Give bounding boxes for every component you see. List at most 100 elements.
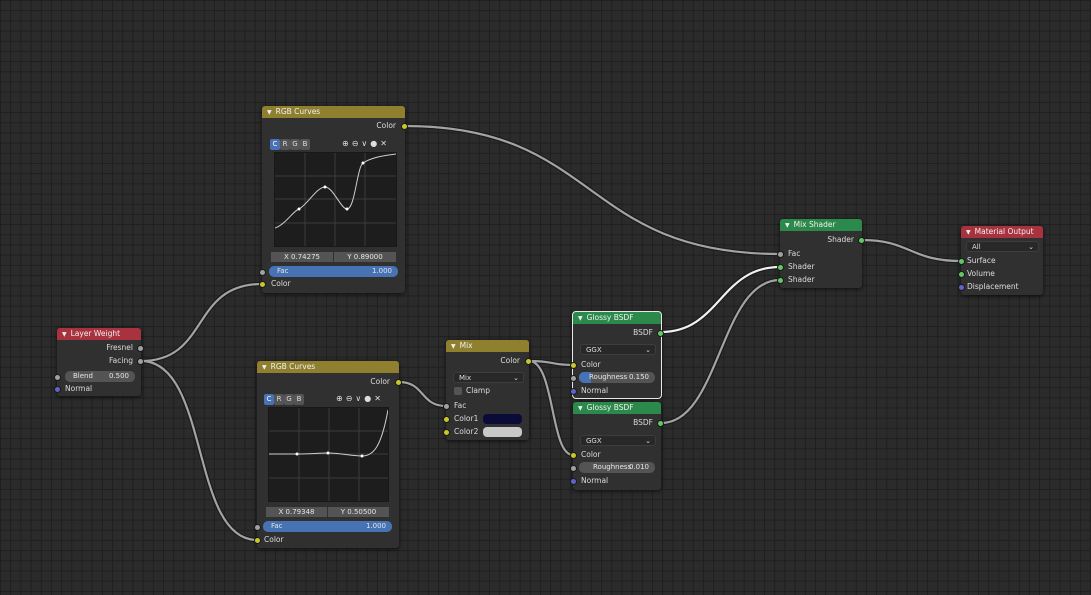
volume-input-socket[interactable] — [958, 271, 965, 278]
tab-c[interactable]: C — [270, 139, 280, 150]
node-header[interactable]: ▼ Glossy BSDF — [573, 402, 661, 414]
output-facing-socket[interactable] — [137, 358, 144, 365]
output-color-label: Color — [376, 121, 396, 130]
distribution-dropdown[interactable]: GGX ⌄ — [580, 344, 656, 355]
collapse-triangle-icon[interactable]: ▼ — [62, 331, 67, 338]
node-header[interactable]: ▼ Mix — [446, 340, 529, 352]
output-bsdf-socket[interactable] — [657, 330, 664, 337]
blend-input-socket[interactable] — [54, 374, 61, 381]
normal-input-socket[interactable] — [54, 386, 61, 393]
collapse-triangle-icon[interactable]: ▼ — [785, 222, 790, 229]
x-coordinate-field[interactable]: X 0.74275 — [271, 252, 333, 262]
x-coordinate-field[interactable]: X 0.79348 — [266, 507, 327, 517]
output-bsdf-label: BSDF — [633, 328, 653, 337]
rgb-curves-node-1[interactable]: ▼ RGB Curves Color CRGB ⊕ ⊖ ∨ ● ✕ X 0.74275 Y… — [259, 106, 408, 293]
color-input-socket[interactable] — [570, 452, 577, 459]
node-header[interactable]: ▼ Mix Shader — [780, 219, 862, 231]
tab-g[interactable]: G — [290, 139, 300, 150]
node-header[interactable]: ▼ Layer Weight — [57, 328, 141, 340]
collapse-triangle-icon[interactable]: ▼ — [262, 364, 267, 371]
glossy-bsdf-node-2[interactable]: ▼ Glossy BSDF BSDF GGX ⌄ Color Roughness 0.… — [570, 402, 664, 490]
collapse-triangle-icon[interactable]: ▼ — [451, 343, 456, 350]
material-output-node[interactable]: ▼ Material Output All ⌄ Surface Volume Dis… — [958, 226, 1043, 295]
node-header[interactable]: ▼ Material Output — [961, 226, 1043, 238]
collapse-triangle-icon[interactable]: ▼ — [578, 315, 583, 322]
output-fresnel-socket[interactable] — [137, 345, 144, 352]
zoom-out-icon[interactable]: ⊖ — [346, 394, 353, 403]
tab-r[interactable]: R — [280, 139, 290, 150]
blend-mode-dropdown[interactable]: Mix ⌄ — [453, 372, 524, 383]
output-color-socket[interactable] — [525, 358, 532, 365]
roughness-input-socket[interactable] — [570, 465, 577, 472]
node-title: Material Output — [974, 227, 1034, 236]
fac-slider[interactable]: Fac 1.000 — [263, 521, 392, 532]
layer-weight-node[interactable]: ▼ Layer Weight Fresnel Facing Blend 0.500 … — [54, 328, 144, 396]
node-title: RGB Curves — [275, 107, 321, 116]
fac-slider[interactable]: Fac 1.000 — [269, 266, 398, 277]
node-header[interactable]: ▼ RGB Curves — [257, 361, 399, 373]
tab-b[interactable]: B — [300, 139, 310, 150]
curve-graph[interactable] — [268, 407, 389, 502]
collapse-triangle-icon[interactable]: ▼ — [966, 229, 971, 236]
input-color-socket[interactable] — [259, 281, 266, 288]
curve-graph[interactable] — [274, 152, 397, 247]
collapse-triangle-icon[interactable]: ▼ — [267, 109, 272, 116]
chevron-down-icon[interactable]: ∨ — [361, 139, 367, 148]
output-color-label: Color — [370, 377, 390, 386]
y-coordinate-field[interactable]: Y 0.89000 — [334, 252, 396, 262]
color1-input-socket[interactable] — [443, 416, 450, 423]
fac-input-socket[interactable] — [443, 403, 450, 410]
blend-field[interactable]: Blend 0.500 — [65, 371, 135, 382]
y-coordinate-field[interactable]: Y 0.50500 — [328, 507, 389, 517]
clip-dot-icon[interactable]: ● — [364, 394, 371, 403]
shader1-input-socket[interactable] — [777, 264, 784, 271]
output-color-socket[interactable] — [395, 379, 402, 386]
roughness-slider[interactable]: Roughness 0.010 — [579, 462, 655, 473]
surface-input-socket[interactable] — [958, 258, 965, 265]
roughness-label: Roughness — [593, 463, 632, 471]
zoom-in-icon[interactable]: ⊕ — [342, 139, 349, 148]
output-color-socket[interactable] — [401, 123, 408, 130]
zoom-out-icon[interactable]: ⊖ — [352, 139, 359, 148]
shader2-label: Shader — [788, 275, 815, 284]
zoom-in-icon[interactable]: ⊕ — [336, 394, 343, 403]
normal-input-socket[interactable] — [570, 388, 577, 395]
fac-input-socket[interactable] — [777, 251, 784, 258]
output-bsdf-socket[interactable] — [657, 420, 664, 427]
displacement-input-socket[interactable] — [958, 284, 965, 291]
input-color-socket[interactable] — [254, 537, 261, 544]
fac-input-socket[interactable] — [259, 269, 266, 276]
fac-input-socket[interactable] — [254, 524, 261, 531]
tab-b[interactable]: B — [294, 394, 304, 405]
output-shader-socket[interactable] — [858, 237, 865, 244]
clip-dot-icon[interactable]: ● — [370, 139, 377, 148]
glossy-bsdf-node-1[interactable]: ▼ Glossy BSDF BSDF GGX ⌄ Color Roughness 0.… — [570, 311, 664, 399]
mix-shader-node[interactable]: ▼ Mix Shader Shader Fac Shader Shader — [777, 219, 865, 288]
rgb-curves-node-2[interactable]: ▼ RGB Curves Color CRGB ⊕ ⊖ ∨ ● ✕ X 0.79348 Y… — [254, 361, 402, 548]
collapse-triangle-icon[interactable]: ▼ — [578, 405, 583, 412]
clamp-checkbox[interactable] — [454, 387, 462, 395]
tab-g[interactable]: G — [284, 394, 294, 405]
node-header[interactable]: ▼ RGB Curves — [262, 106, 405, 118]
mix-node[interactable]: ▼ Mix Color Mix ⌄ Clamp Fac Color1 Color2 — [443, 340, 532, 440]
distribution-dropdown[interactable]: GGX ⌄ — [580, 435, 656, 446]
roughness-input-socket[interactable] — [570, 375, 577, 382]
color1-swatch[interactable] — [483, 414, 522, 424]
node-title: Glossy BSDF — [586, 313, 634, 322]
tab-c[interactable]: C — [264, 394, 274, 405]
close-icon[interactable]: ✕ — [374, 394, 381, 403]
tab-r[interactable]: R — [274, 394, 284, 405]
target-dropdown[interactable]: All ⌄ — [966, 241, 1039, 252]
chevron-down-icon[interactable]: ∨ — [355, 394, 361, 403]
close-icon[interactable]: ✕ — [380, 139, 387, 148]
color2-input-socket[interactable] — [443, 429, 450, 436]
color2-swatch[interactable] — [483, 427, 522, 437]
node-header[interactable]: ▼ Glossy BSDF — [573, 312, 661, 324]
color-input-socket[interactable] — [570, 362, 577, 369]
roughness-label: Roughness — [589, 373, 628, 381]
shader2-input-socket[interactable] — [777, 277, 784, 284]
roughness-slider[interactable]: Roughness 0.150 — [579, 372, 655, 383]
normal-input-socket[interactable] — [570, 478, 577, 485]
fac-label: Fac — [454, 401, 467, 410]
fac-label: Fac — [277, 267, 289, 275]
